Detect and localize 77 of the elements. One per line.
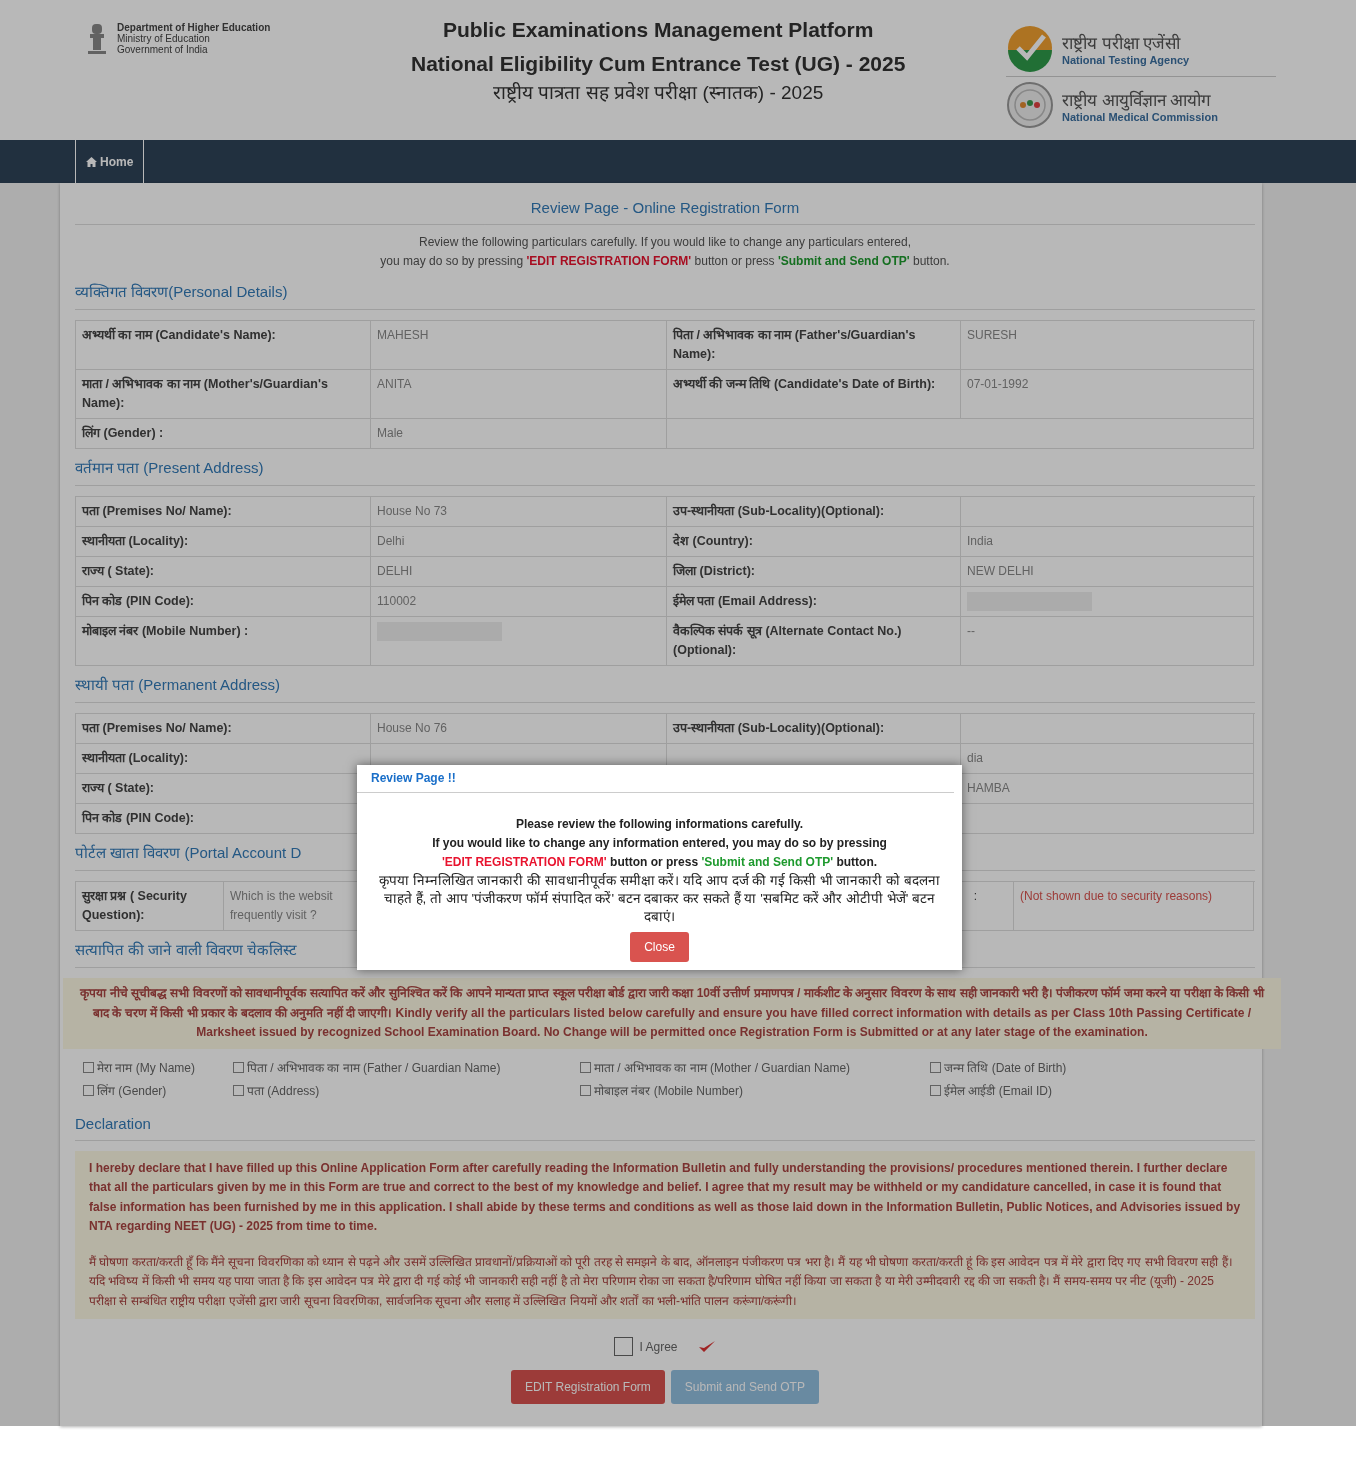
agree-checkbox[interactable]: [614, 1337, 634, 1356]
field-value: Male: [371, 419, 667, 449]
field-value: House No 76: [371, 714, 667, 744]
field-label: वैकल्पिक संपर्क सूत्र (Alternate Contact No.) (Optional):: [667, 617, 961, 666]
checklist-checkbox[interactable]: जन्म तिथि (Date of Birth): [930, 1058, 1247, 1076]
field-value: --: [961, 617, 1254, 666]
edit-button[interactable]: EDIT Registration Form: [511, 1370, 665, 1404]
field-value: NEW DELHI: [961, 557, 1254, 587]
field-value: dia: [961, 744, 1254, 774]
field-label: अभ्यर्थी की जन्म तिथि (Candidate's Date of Birth):: [667, 370, 961, 419]
field-value: India: [961, 527, 1254, 557]
close-button[interactable]: Close: [630, 932, 689, 962]
declaration-text: I hereby declare that I have filled up this Online Application Form after carefully reading the Information Bulletin and fully understanding the provisions/ procedures mentioned therein. I further declare that all the particulars given by me in this Form are true and correct to the best of my knowledge and belief. I agree that my result may be withheld or my candidature cancelled, in case it is found that false information has been furnished by me in this application. I shall abide by these terms and conditions as well as those laid down in the Information Bulletin, Public Notices, and Advisories issued by NTA regarding NEET (UG) - 2025 from time to time.: [89, 1159, 1241, 1235]
ministry-text: Government of India: [117, 44, 209, 55]
field-value: Which is the websit frequently visit ?: [230, 888, 334, 924]
section-heading: स्थायी पता (Permanent Address): [75, 676, 281, 693]
checklist-checkbox[interactable]: माता / अभिभावक का नाम (Mother / Guardian Name): [580, 1058, 930, 1076]
seal-logo-icon: [1006, 81, 1054, 129]
agency-name: राष्ट्रीय परीक्षा एजेंसी: [1062, 32, 1182, 54]
exam-title: राष्ट्रीय पात्रता सह प्रवेश परीक्षा (स्नातक) - 2025: [492, 81, 825, 105]
checklist-checkbox[interactable]: मोबाइल नंबर (Mobile Number): [580, 1081, 930, 1099]
intro-text: Review the following particulars carefully. If you would like to change any particulars entered,: [418, 234, 912, 251]
field-value: SURESH: [961, 321, 1254, 370]
declaration-text: मैं घोषणा करता/करती हूँ कि मैंने सूचना विवरणिका को ध्यान से पढ़ने और उसमें उल्लिखित प्रावधानों/प्रक्रियाओं को पूरी तरह से समझने के बाद, ऑनलाइन पंजीकरण पत्र भरा है। मैं यह भी घोषणा करता/करती हूं कि इस आवेदन पत्र में मेरे द्वारा दिए गए सभी विवरण सही हैं। यदि भविष्य में किसी भी समय यह पाया जाता है कि इस आवेदन पत्र मेरे द्वारा दी गई कोई भी जानकारी सही नहीं है तो मेरा परिणाम रोका जा सकता है/परिणाम घोषित नहीं किया जा सकता है या मेरी उम्मीदवारी रद्द की जा सकती है। मैं समय-समय पर नीट (यूजी) - 2025 परीक्षा से सम्बंधित राष्ट्रीय परीक्षा एजेंसी द्वारा जारी सूचना विवरणिका, सार्वजनिक सूचना और सलाह में उल्लिखित नियमों और शर्तों का भली-भांति पालन करूंगा/करूंगी।: [89, 1253, 1234, 1311]
field-value: 110002: [371, 587, 667, 617]
portal-title: Public Examinations Management Platform: [441, 18, 875, 42]
notice-text: कृपया नीचे सूचीबद्ध सभी विवरणों को सावधानीपूर्वक सत्यापित करें और सुनिश्चित करें कि आपने मान्यता प्राप्त स्कूल परीक्षा बोर्ड द्वारा जारी कक्षा 10वीं उत्तीर्ण प्रमाणपत्र / मार्कशीट के अनुसार विवरण के साथ सही जानकारी भरी है। पंजीकरण फॉर्म जमा करने या परीक्षा के किसी भी बाद के चरण में किसी भी प्रकार के बदलाव की अनुमति नहीं दी जाएगी। Kindly verify all the particulars listed below carefully and ensure you have filled correct information with details as per Class 10th Passing Certificate / Marksheet issued by recognized School Examination Board. No Change will be permitted once Registration Form is Submitted or at any later stage of the examination.: [63, 978, 1281, 1049]
field-label: मोबाइल नंबर (Mobile Number) :: [76, 617, 371, 666]
field-value: DELHI: [371, 557, 667, 587]
field-label: पिन कोड (PIN Code):: [76, 587, 371, 617]
form-title: Review Page - Online Registration Form: [75, 195, 1255, 225]
agency-name: National Testing Agency: [1062, 53, 1190, 66]
field-label: सुरक्षा प्रश्न ( Security Question):: [76, 882, 224, 931]
section-heading: वर्तमान पता (Present Address): [75, 459, 264, 476]
section-heading: सत्यापित की जाने वाली विवरण चेकलिस्ट: [75, 941, 297, 958]
dialog-text: If you would like to change any information entered, you may do so by pressing: [431, 835, 888, 852]
field-value: House No 73: [371, 497, 667, 527]
checklist-checkbox[interactable]: लिंग (Gender): [83, 1081, 233, 1099]
checklist-checkbox[interactable]: पिता / अभिभावक का नाम (Father / Guardian Name): [233, 1058, 580, 1076]
ministry-text: Ministry of Education: [117, 33, 210, 44]
home-link[interactable]: Home: [75, 140, 145, 183]
field-value: Delhi: [371, 527, 667, 557]
field-label: पता (Premises No/ Name):: [76, 714, 371, 744]
field-label: लिंग (Gender) :: [76, 419, 371, 449]
field-label: उप-स्थानीयता (Sub-Locality)(Optional):: [667, 714, 961, 744]
field-label: पिता / अभिभावक का नाम (Father's/Guardian's Name):: [667, 321, 961, 370]
field-label: राज्य ( State):: [76, 557, 371, 587]
dialog-title: Review Page !!: [357, 765, 954, 793]
security-note: (Not shown due to security reasons): [1014, 882, 1254, 931]
ministry-text: Department of Higher Education: [117, 22, 271, 33]
section-heading: पोर्टल खाता विवरण (Portal Account D: [75, 844, 302, 861]
field-value: MAHESH: [371, 321, 667, 370]
field-value: ANITA: [371, 370, 667, 419]
home-icon: [86, 156, 97, 167]
section-heading: व्यक्तिगत विवरण(Personal Details): [75, 283, 288, 300]
checklist-checkbox[interactable]: ईमेल आईडी (Email ID): [930, 1081, 1247, 1099]
field-label: उप-स्थानीयता (Sub-Locality)(Optional):: [667, 497, 961, 527]
field-label: अभ्यर्थी का नाम (Candidate's Name):: [76, 321, 371, 370]
section-heading: Declaration: [75, 1114, 151, 1132]
checkmark-logo-icon: [1006, 24, 1054, 72]
field-label: पता (Premises No/ Name):: [76, 497, 371, 527]
intro-text: you may do so by pressing 'EDIT REGISTRATION FORM' button or press 'Submit and Send OTP' button.: [379, 253, 951, 270]
exam-title: National Eligibility Cum Entrance Test (UG) - 2025: [410, 52, 907, 75]
field-label: देश (Country):: [667, 527, 961, 557]
dialog-text: Please review the following informations carefully.: [514, 816, 805, 833]
agency-name: National Medical Commission: [1062, 110, 1218, 123]
field-label: जिला (District):: [667, 557, 961, 587]
field-label: स्थानीयता (Locality):: [76, 527, 371, 557]
checklist-checkbox[interactable]: पता (Address): [233, 1081, 580, 1099]
agency-name: राष्ट्रीय आयुर्विज्ञान आयोग: [1062, 89, 1213, 111]
field-label: ईमेल पता (Email Address):: [667, 587, 961, 617]
checklist-checkbox[interactable]: मेरा नाम (My Name): [83, 1058, 233, 1076]
agree-label: I Agree: [639, 1339, 678, 1354]
dialog-text: 'EDIT REGISTRATION FORM' button or press 'Submit and Send OTP' button.: [440, 854, 879, 871]
field-label: माता / अभिभावक का नाम (Mother's/Guardian's Name):: [76, 370, 371, 419]
check-icon: [697, 1338, 716, 1355]
field-value: 07-01-1992: [961, 370, 1254, 419]
